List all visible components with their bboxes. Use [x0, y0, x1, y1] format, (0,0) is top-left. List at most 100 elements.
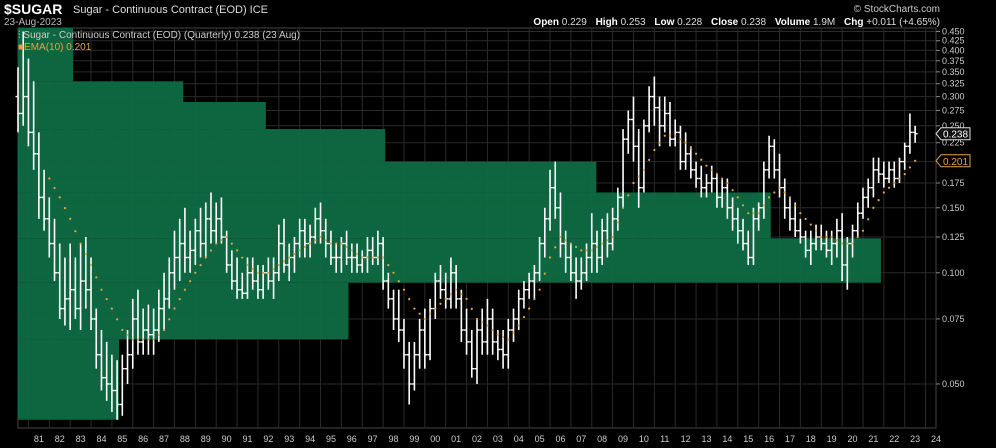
ema-point [105, 298, 108, 301]
x-tick-label: 83 [76, 434, 86, 444]
ema-point [397, 280, 400, 283]
ema-point [569, 242, 572, 245]
ema-point [788, 196, 792, 199]
ema-point [475, 317, 479, 321]
ema-point [350, 249, 353, 252]
ema-point [668, 134, 672, 137]
ema-point [460, 293, 463, 296]
ohlc-bar [886, 161, 892, 184]
ema-point [288, 256, 291, 259]
ema-point [355, 252, 359, 256]
x-tick-label: 00 [430, 434, 440, 444]
x-tick-label: 15 [743, 434, 753, 444]
ema-point [340, 242, 343, 245]
ema-point [209, 249, 213, 252]
last-price-tag: 0.238 [935, 127, 971, 141]
ema-point [512, 331, 515, 334]
y-tick-label: 0.350 [942, 67, 965, 77]
ohlc-bar [521, 281, 527, 309]
volume-profile-bar [18, 81, 184, 103]
ema-point [715, 173, 719, 176]
x-tick-label: 09 [618, 434, 628, 444]
ema-point [773, 191, 776, 194]
ema-point [580, 249, 583, 252]
ohlc-bar [411, 341, 417, 391]
ohlc-bar [630, 96, 636, 162]
ohlc-bar [787, 197, 793, 231]
ema-point [173, 307, 176, 310]
x-tick-label: 22 [889, 434, 899, 444]
y-tick-label: 0.075 [942, 314, 965, 324]
ema-point [741, 204, 745, 207]
ema-point [757, 212, 760, 215]
ohlc-bar [860, 187, 866, 219]
volume-by-price [18, 28, 881, 420]
ema-point [361, 256, 364, 259]
y-tick-label: 0.450 [942, 27, 965, 37]
x-tick-label: 89 [201, 434, 211, 444]
ema-point [366, 256, 369, 259]
ohlc-bar [782, 178, 788, 219]
ohlc-bar [881, 161, 887, 188]
ema-point [856, 236, 859, 239]
ema-point [58, 196, 61, 199]
ema-point [726, 181, 729, 185]
ema-point [679, 138, 682, 141]
x-tick-label: 13 [701, 434, 711, 444]
ema-point [126, 333, 129, 336]
last-price-tag-text: 0.238 [943, 130, 968, 141]
ohlc-bar [474, 318, 480, 384]
x-tick-label: 10 [639, 434, 649, 444]
ema-point [63, 207, 67, 210]
ema-point [110, 307, 113, 310]
ema-point [658, 141, 661, 144]
ohlc-bar [683, 132, 689, 170]
x-tick-label: 96 [347, 434, 357, 444]
ema-point [251, 267, 254, 270]
ema-point [616, 221, 619, 224]
ema-point [215, 242, 218, 245]
ema-point [585, 249, 588, 252]
volume-profile-bar [18, 238, 881, 283]
ema-point [642, 168, 646, 171]
ohlc-bar [907, 113, 913, 154]
ema-point [74, 230, 77, 233]
ohlc-bar [417, 318, 423, 369]
ema-point [533, 298, 536, 301]
ema-point [575, 245, 578, 249]
ohlc-bar [641, 119, 647, 193]
price-chart[interactable]: 0.0500.0750.1000.1250.1500.1750.2000.225… [0, 0, 996, 448]
ema-point [455, 288, 458, 291]
ema-point [418, 312, 421, 315]
ohlc-bar [662, 96, 668, 133]
legend-price-text: Sugar - Continuous Contract (EOD) (Quart… [23, 30, 301, 41]
ema-point [345, 245, 348, 249]
ema-point [329, 242, 333, 245]
ema-point [387, 264, 390, 267]
ema-point [235, 249, 239, 252]
ema-point [689, 147, 692, 150]
ema-point [189, 280, 192, 283]
ema-point [116, 318, 119, 321]
ema-point [595, 245, 599, 249]
x-tick-label: 93 [284, 434, 294, 444]
ema-point [95, 276, 98, 279]
x-tick-label: 98 [389, 434, 399, 444]
ema-point [877, 199, 880, 202]
ema-point [872, 206, 875, 209]
ema-point [851, 242, 854, 245]
ema-point [79, 242, 82, 245]
ema-point [705, 164, 708, 167]
x-tick-label: 81 [34, 434, 44, 444]
y-tick-label: 0.275 [942, 106, 965, 116]
ema-point [293, 252, 296, 256]
ema-point [621, 206, 625, 209]
ema-point [434, 307, 437, 310]
ema-point [272, 267, 275, 270]
ema-point [835, 239, 838, 242]
x-tick-label: 14 [722, 434, 732, 444]
x-tick-label: 82 [55, 434, 65, 444]
ema-point [804, 217, 807, 221]
x-tick-label: 87 [159, 434, 169, 444]
y-tick-label: 0.400 [942, 45, 965, 55]
